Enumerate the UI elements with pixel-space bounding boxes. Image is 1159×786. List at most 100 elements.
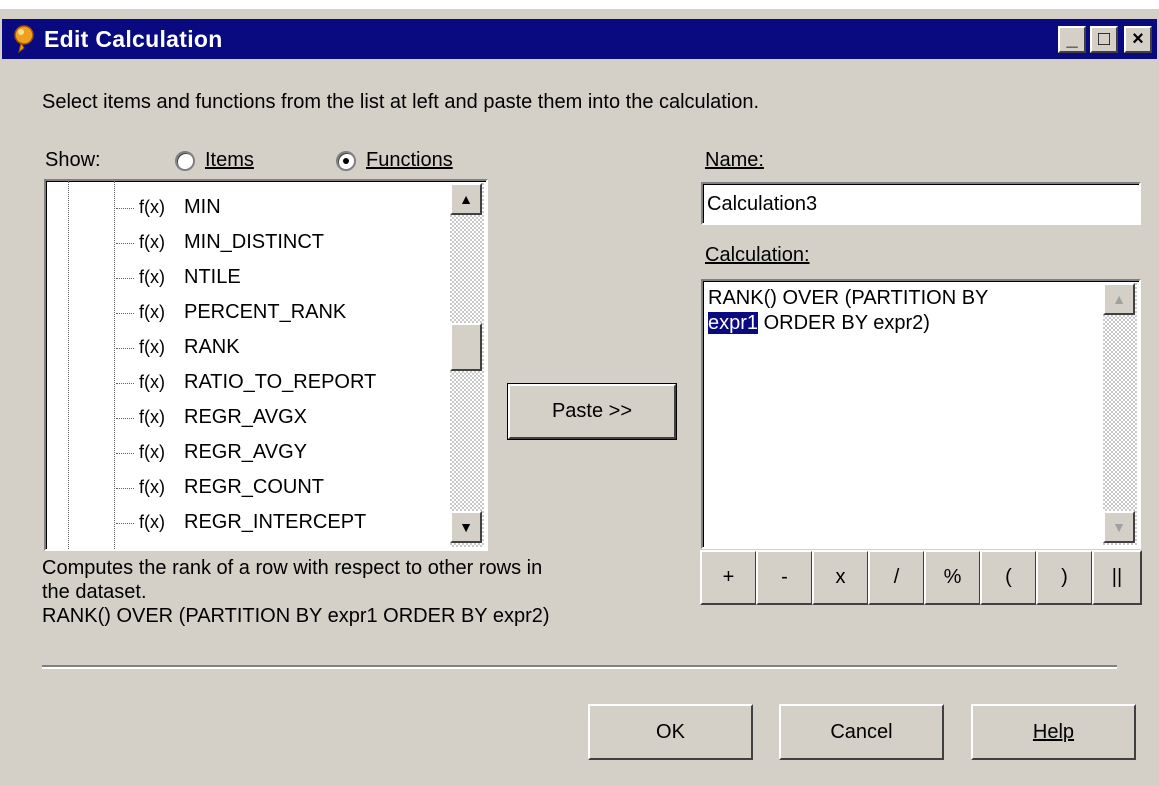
function-name: RATIO_TO_REPORT (184, 371, 377, 393)
tree-connector (116, 418, 134, 419)
tree-connector (116, 523, 134, 524)
tree-connector (116, 313, 134, 314)
tree-connector (116, 348, 134, 349)
function-name: MIN_DISTINCT (184, 231, 324, 253)
arrow-down-icon: ▼ (459, 519, 473, 535)
operator-plus-button[interactable]: + (700, 550, 757, 605)
items-radio-label[interactable]: Items (205, 149, 254, 172)
function-icon: f(x) (139, 232, 165, 252)
minimize-icon: _ (1066, 28, 1078, 50)
window-title: Edit Calculation (44, 26, 223, 52)
close-icon: × (1132, 28, 1144, 50)
function-list-item[interactable]: f(x) NTILE (46, 261, 446, 296)
function-icon: f(x) (139, 407, 165, 427)
radio-selected-dot (343, 158, 349, 164)
function-icon: f(x) (139, 267, 165, 287)
help-button[interactable]: Help (971, 704, 1136, 760)
calculation-line-1: RANK() OVER (PARTITION BY (708, 287, 989, 309)
calculation-label: Calculation: (705, 244, 810, 267)
operator-multiply-button[interactable]: x (812, 550, 869, 605)
function-icon: f(x) (139, 477, 165, 497)
selected-text: expr1 (708, 312, 759, 334)
calculation-label-text: Calculation: (705, 244, 810, 266)
cancel-button[interactable]: Cancel (779, 704, 944, 760)
calculation-textarea[interactable]: RANK() OVER (PARTITION BY expr1 ORDER BY… (701, 279, 1141, 549)
function-list-item[interactable]: f(x) MIN_DISTINCT (46, 226, 446, 261)
scroll-up-button[interactable]: ▲ (450, 183, 482, 215)
separator-line (42, 665, 1117, 669)
instructions-text: Select items and functions from the list… (42, 91, 760, 113)
function-list-item[interactable]: f(x) REGR_AVGY (46, 436, 446, 471)
function-name: REGR_AVGY (184, 441, 307, 463)
function-icon: f(x) (139, 337, 165, 357)
function-list-item[interactable]: f(x) RATIO_TO_REPORT (46, 366, 446, 401)
function-icon: f(x) (139, 197, 165, 217)
arrow-down-icon: ▼ (1112, 519, 1126, 535)
tree-connector (116, 243, 134, 244)
function-name: REGR_COUNT (184, 476, 325, 498)
calculation-logo-icon (14, 25, 34, 54)
show-label: Show: (45, 149, 101, 171)
scroll-thumb[interactable] (450, 323, 482, 371)
functions-label-text: Functions (366, 149, 453, 171)
function-list-scrollbar[interactable]: ▲ ▼ (450, 183, 484, 547)
operator-minus-button[interactable]: - (756, 550, 813, 605)
functions-radio-label[interactable]: Functions (366, 149, 453, 172)
function-list-item[interactable]: f(x) REGR_AVGX (46, 401, 446, 436)
name-label: Name: (705, 149, 764, 172)
help-button-label: Help (1032, 721, 1075, 743)
close-button[interactable]: × (1124, 26, 1152, 53)
description-syntax: RANK() OVER (PARTITION BY expr1 ORDER BY… (42, 605, 550, 627)
function-name: REGR_AVGX (184, 406, 307, 428)
calc-scroll-up-button[interactable]: ▲ (1103, 283, 1135, 315)
maximize-icon: □ (1097, 28, 1111, 50)
maximize-button[interactable]: □ (1090, 26, 1118, 53)
functions-radio[interactable] (336, 151, 356, 171)
tree-connector (116, 488, 134, 489)
function-list-item[interactable]: f(x) RANK (46, 331, 446, 366)
description-line-1: Computes the rank of a row with respect … (42, 557, 543, 579)
function-icon: f(x) (139, 512, 165, 532)
description-line-2: the dataset. (42, 581, 147, 603)
function-list-item[interactable]: f(x) MIN (46, 191, 446, 226)
name-input[interactable]: Calculation3 (701, 182, 1141, 225)
function-name: REGR_INTERCEPT (184, 511, 367, 533)
function-name: PERCENT_RANK (184, 301, 347, 323)
function-list-item[interactable]: f(x) REGR_COUNT (46, 471, 446, 506)
tree-connector (116, 383, 134, 384)
calc-scroll-down-button[interactable]: ▼ (1103, 511, 1135, 543)
function-icon: f(x) (139, 442, 165, 462)
function-list-item[interactable]: f(x) REGR_INTERCEPT (46, 506, 446, 541)
paste-button[interactable]: Paste >> (508, 384, 676, 439)
name-label-text: Name: (705, 149, 764, 171)
paste-button-label: Paste >> (551, 400, 633, 422)
arrow-up-icon: ▲ (459, 191, 473, 207)
function-list-item[interactable]: f(x) PERCENT_RANK (46, 296, 446, 331)
operator-open-paren-button[interactable]: ( (980, 550, 1037, 605)
minimize-button[interactable]: _ (1058, 26, 1086, 53)
ok-button[interactable]: OK (588, 704, 753, 760)
operator-percent-button[interactable]: % (924, 550, 981, 605)
scroll-down-button[interactable]: ▼ (450, 511, 482, 543)
function-name: RANK (184, 336, 240, 358)
calculation-line-2-rest: ORDER BY expr2) (758, 312, 930, 334)
edit-calculation-dialog: Edit Calculation _ □ × Select items and … (0, 8, 1159, 786)
function-name: MIN (184, 196, 221, 218)
function-icon: f(x) (139, 302, 165, 322)
operator-close-paren-button[interactable]: ) (1036, 550, 1093, 605)
tree-connector (116, 278, 134, 279)
function-name: NTILE (184, 266, 241, 288)
items-radio[interactable] (175, 151, 195, 171)
function-icon: f(x) (139, 372, 165, 392)
tree-connector (116, 208, 134, 209)
operator-concat-button[interactable]: || (1092, 550, 1142, 605)
function-list[interactable]: f(x) MIN f(x) MIN_DISTINCT f(x) NTILE f(x) PERC… (44, 179, 488, 551)
name-input-value: Calculation3 (707, 193, 818, 215)
title-bar[interactable]: Edit Calculation _ □ × (2, 19, 1157, 59)
tree-connector (116, 453, 134, 454)
calculation-scrollbar[interactable]: ▲ ▼ (1103, 283, 1137, 545)
operator-divide-button[interactable]: / (868, 550, 925, 605)
items-label-text: Items (205, 149, 254, 171)
arrow-up-icon: ▲ (1112, 291, 1126, 307)
calculation-line-2: expr1 ORDER BY expr2) (708, 312, 930, 335)
